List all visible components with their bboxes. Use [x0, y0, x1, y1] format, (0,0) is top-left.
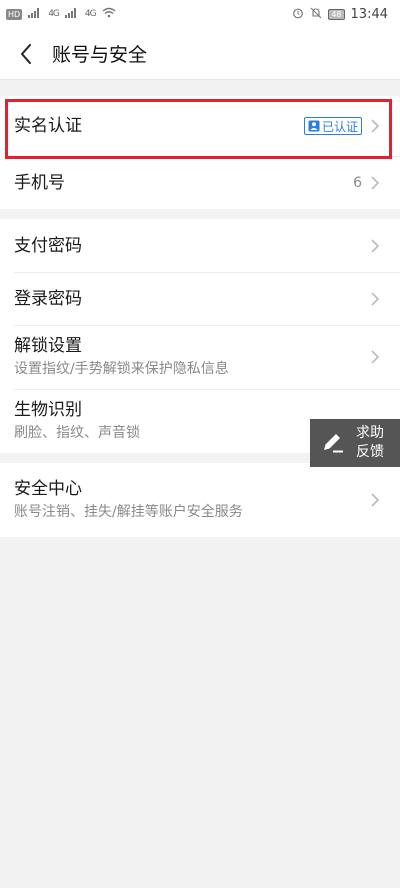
row-unlock-sub: 设置指纹/手势解锁来保护隐私信息 [14, 361, 229, 377]
chevron-right-icon [371, 291, 380, 306]
verified-badge-label: 已认证 [321, 119, 358, 134]
row-pay-password[interactable]: 支付密码 [0, 219, 400, 272]
back-button[interactable] [14, 42, 38, 66]
row-security-center-label: 安全中心 [14, 479, 82, 499]
signal-icon-2 [64, 7, 79, 21]
network-type-1: 4G [48, 9, 60, 19]
status-time: 13:44 [350, 6, 388, 22]
help-feedback-button[interactable]: 求助 反馈 [310, 419, 400, 467]
row-unlock-label: 解锁设置 [14, 336, 82, 356]
alarm-icon [292, 7, 304, 22]
chevron-right-icon [371, 119, 380, 133]
page-title: 账号与安全 [52, 44, 148, 66]
chevron-right-icon [371, 350, 380, 364]
wifi-icon [102, 7, 116, 21]
chevron-right-icon [371, 238, 380, 253]
status-left: HD 4G 4G [6, 7, 116, 21]
row-pay-password-label: 支付密码 [14, 235, 82, 256]
phone-value: 6 [353, 174, 362, 191]
verified-icon [308, 120, 320, 132]
group-security-center: 安全中心 账号注销、挂失/解挂等账户安全服务 [0, 463, 400, 537]
chevron-right-icon [371, 493, 380, 507]
row-security-center[interactable]: 安全中心 账号注销、挂失/解挂等账户安全服务 [0, 463, 400, 537]
header: 账号与安全 [0, 28, 400, 80]
network-type-2: 4G [84, 9, 97, 19]
help-label-line2: 反馈 [356, 444, 384, 460]
status-right: 48 13:44 [292, 7, 388, 22]
row-realname-label: 实名认证 [14, 116, 82, 136]
verified-badge: 已认证 [303, 117, 362, 135]
row-unlock-settings[interactable]: 解锁设置 设置指纹/手势解锁来保护隐私信息 [0, 325, 400, 389]
row-phone-label: 手机号 [14, 172, 65, 193]
row-biometric-label: 生物识别 [14, 400, 82, 420]
chevron-right-icon [371, 175, 380, 190]
row-login-password-label: 登录密码 [14, 288, 82, 309]
row-phone[interactable]: 手机号 6 [0, 156, 400, 209]
edit-pen-icon [324, 434, 343, 453]
section-gap [0, 209, 400, 219]
row-security-center-sub: 账号注销、挂失/解挂等账户安全服务 [14, 504, 243, 520]
section-gap [0, 80, 400, 96]
group-identity: 实名认证 已认证 手机号 6 [0, 96, 400, 209]
group-passwords: 支付密码 登录密码 解锁设置 设置指纹/手势解锁来保护隐私信息 生物识别 刷脸、… [0, 219, 400, 453]
mute-icon [310, 7, 322, 22]
battery-icon: 48 [328, 8, 345, 20]
status-bar: HD 4G 4G 48 13:44 [0, 0, 400, 28]
row-realname[interactable]: 实名认证 已认证 [0, 96, 400, 156]
hd-indicator: HD [6, 8, 23, 20]
help-label-line1: 求助 [356, 425, 384, 441]
signal-icon [28, 7, 42, 21]
back-arrow-icon [21, 43, 31, 64]
row-login-password[interactable]: 登录密码 [0, 272, 400, 325]
